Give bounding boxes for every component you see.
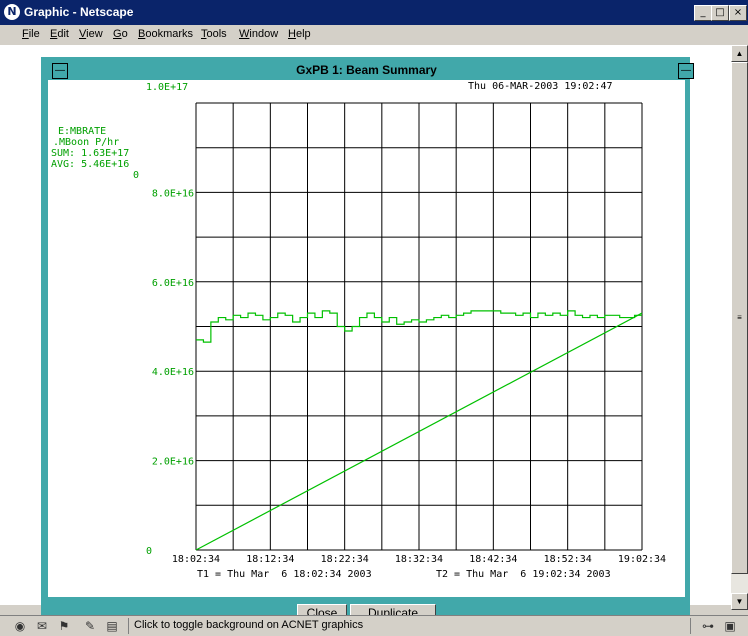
y-tick-label: 8.0E+16 xyxy=(152,188,194,199)
menu-go[interactable]: Go xyxy=(113,28,128,40)
menu-window[interactable]: Window xyxy=(239,28,278,40)
status-text: Click to toggle background on ACNET grap… xyxy=(134,619,364,631)
x-tick-label: 18:02:34 xyxy=(172,554,220,565)
x-tick-label: 18:32:34 xyxy=(395,554,443,565)
address-book-icon[interactable]: ▤ xyxy=(104,619,120,633)
legend-units: .MBoon P/hr xyxy=(53,137,120,148)
x-tick-label: 18:22:34 xyxy=(321,554,369,565)
status-bar: ◉ ✉ ⚑ ✎ ▤ Click to toggle background on … xyxy=(0,615,748,636)
connection-icon: ⊶ xyxy=(702,619,714,633)
security-lock-icon[interactable]: ▣ xyxy=(722,619,738,633)
navigator-icon[interactable]: ◉ xyxy=(12,619,28,633)
y-tick-label: 4.0E+16 xyxy=(152,367,194,378)
acnet-minimize-button[interactable]: — xyxy=(678,63,694,79)
window-title: Graphic - Netscape xyxy=(24,5,134,19)
scroll-thumb[interactable]: ≡ xyxy=(731,62,748,574)
status-separator xyxy=(128,618,129,634)
menu-help[interactable]: Help xyxy=(288,28,311,40)
y-tick-label: 0 xyxy=(146,546,152,557)
window-titlebar: N Graphic - Netscape _ □ × xyxy=(0,0,748,25)
netscape-logo-icon: N xyxy=(4,4,20,20)
x-tick-label: 18:42:34 xyxy=(469,554,517,565)
minimize-button[interactable]: _ xyxy=(694,5,712,21)
x-tick-label: 18:12:34 xyxy=(246,554,294,565)
legend-avg: AVG: 5.46E+16 xyxy=(51,159,130,170)
plot-canvas[interactable]: 0 2.0E+16 4.0E+16 6.0E+16 8.0E+16 18:02:34 18:… xyxy=(48,80,685,597)
beam-summary-chart: 0 2.0E+16 4.0E+16 6.0E+16 8.0E+16 18:02:34 18:… xyxy=(146,102,666,565)
menu-bookmarks[interactable]: Bookmarks xyxy=(138,28,193,40)
plot-timestamp: Thu 06-MAR-2003 19:02:47 xyxy=(468,81,613,92)
x-tick-label: 19:02:34 xyxy=(618,554,666,565)
y-top-label: 1.0E+17 xyxy=(146,82,189,93)
acnet-window-titlebar: GxPB 1: Beam Summary xyxy=(48,62,685,80)
menu-bar: File Edit View Go Bookmarks Tools Window… xyxy=(0,25,748,45)
legend-zero-marker: 0 xyxy=(133,170,140,181)
scroll-down-arrow-icon[interactable]: ▼ xyxy=(731,593,748,610)
y-tick-label: 2.0E+16 xyxy=(152,457,194,468)
x-tick-label: 18:52:34 xyxy=(544,554,592,565)
y-tick-label: 6.0E+16 xyxy=(152,278,194,289)
menu-edit[interactable]: Edit xyxy=(50,28,69,40)
t2-label: T2 = Thu Mar 6 19:02:34 2003 xyxy=(436,569,611,580)
composer-icon[interactable]: ✎ xyxy=(82,619,98,633)
legend-device-name: E:MBRATE xyxy=(58,126,107,137)
close-window-button[interactable]: × xyxy=(729,5,747,21)
status-separator-right xyxy=(690,618,691,634)
menu-tools[interactable]: Tools xyxy=(201,28,227,40)
menu-view[interactable]: View xyxy=(79,28,103,40)
acnet-window-title: GxPB 1: Beam Summary xyxy=(296,63,437,77)
t1-label: T1 = Thu Mar 6 18:02:34 2003 xyxy=(197,569,372,580)
menu-file[interactable]: File xyxy=(22,28,40,40)
acnet-menu-button[interactable]: — xyxy=(52,63,68,79)
legend-sum: SUM: 1.63E+17 xyxy=(51,148,130,159)
mail-icon[interactable]: ✉ xyxy=(34,619,50,633)
scroll-up-arrow-icon[interactable]: ▲ xyxy=(731,45,748,62)
maximize-button[interactable]: □ xyxy=(711,5,729,21)
aim-icon[interactable]: ⚑ xyxy=(56,619,72,633)
